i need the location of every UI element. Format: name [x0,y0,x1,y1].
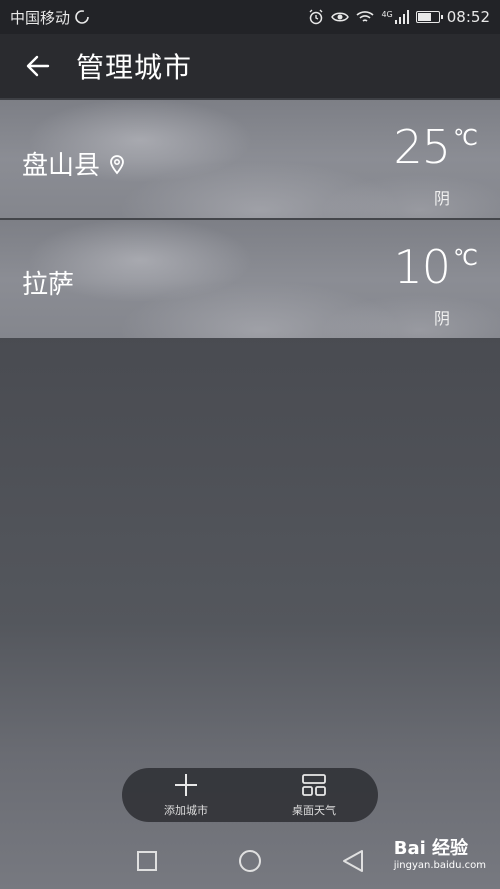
plus-icon [175,774,197,796]
eye-icon [331,12,350,22]
city-card-lhasa[interactable]: 拉萨 10 ℃ 阴 [0,220,500,338]
add-city-button[interactable]: 添加城市 [136,772,236,818]
watermark-brand: Bai 经验 [393,838,469,859]
temperature: 25 [393,120,451,174]
status-bar: 中国移动 4G 08:52 [0,0,500,34]
temperature-unit: ℃ [453,126,478,151]
page-title: 管理城市 [76,51,193,84]
widget-icon [302,774,326,796]
sync-icon [75,10,89,24]
home-icon[interactable] [238,849,262,873]
arrow-left-icon [26,55,50,77]
alarm-icon [309,9,323,25]
watermark-url: jingyan.baidu.com [393,860,486,871]
weather-condition: 阴 [433,309,450,328]
city-name: 盘山县 [22,151,101,181]
clock: 08:52 [446,8,490,26]
bottom-action-bar: 添加城市 桌面天气 [122,768,378,822]
desktop-weather-label: 桌面天气 [292,804,336,817]
network-label: 4G [381,9,393,19]
app-bar: 管理城市 [0,34,500,98]
recent-apps-icon[interactable] [136,850,158,872]
battery-icon [415,11,443,23]
city-card-panshan[interactable]: 盘山县 25 ℃ 阴 [0,100,500,218]
watermark: Bai 经验 jingyan.baidu.com [394,834,486,871]
signal-icon [394,10,409,24]
city-name: 拉萨 [22,270,75,300]
back-button[interactable] [0,34,76,98]
desktop-weather-button[interactable]: 桌面天气 [264,772,364,818]
back-nav-icon[interactable] [342,849,364,873]
location-pin-icon [110,154,124,174]
carrier-label: 中国移动 [10,8,71,27]
add-city-label: 添加城市 [164,804,208,817]
temperature-unit: ℃ [453,246,478,271]
battery-level [417,13,431,21]
weather-condition: 阴 [433,189,450,208]
temperature: 10 [393,240,451,294]
wifi-icon [356,11,375,22]
